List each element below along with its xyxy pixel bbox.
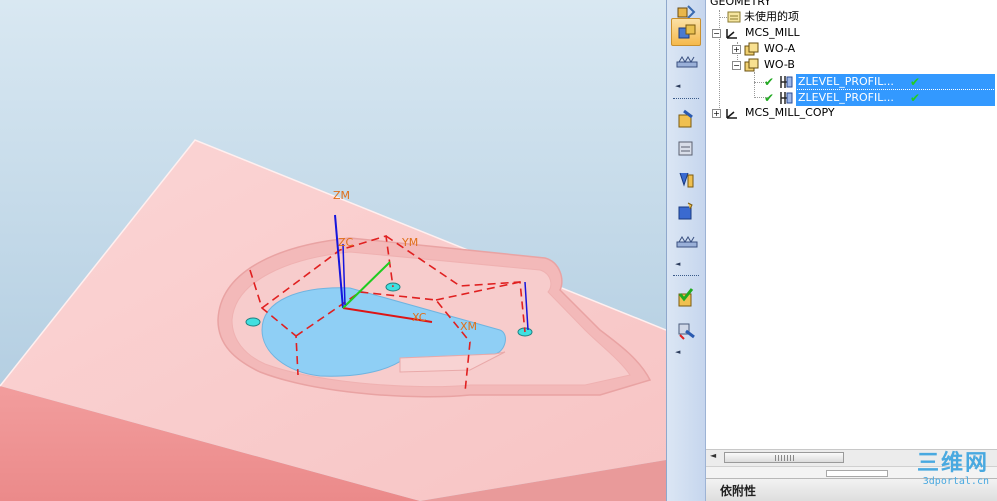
tree-expander[interactable]: − (732, 61, 741, 70)
label-ym: YM (401, 236, 418, 249)
tree-expander[interactable]: + (732, 45, 741, 54)
tree-item-label: MCS_MILL (745, 26, 800, 39)
toolbar-separator (673, 98, 699, 102)
tree-hline (719, 17, 727, 18)
folder-unused-icon (727, 11, 741, 23)
watermark-main: 三维网 (916, 451, 989, 476)
geometry-view-button[interactable] (671, 18, 701, 46)
tree-item-label: ZLEVEL_PROFIL... (798, 91, 894, 104)
verify-toolpath-icon (678, 323, 695, 340)
tree-trunk-line (719, 10, 720, 114)
generate-toolpath-icon (678, 288, 694, 307)
create-operation-icon (676, 236, 698, 248)
create-tool-icon (678, 141, 693, 156)
tree-item-zlevel-profile-1[interactable]: ✔ ZLEVEL_PROFIL... ✔ (764, 74, 997, 90)
resource-toolbar: ◄ ◄ ◄ (666, 0, 706, 501)
create-geometry-icon (679, 172, 694, 188)
label-xc: XC (412, 311, 427, 324)
scrollbar-thumb[interactable] (724, 452, 844, 463)
toolbar-button-3[interactable] (671, 48, 701, 76)
verify-toolpath-button[interactable] (671, 315, 701, 343)
splitter-handle[interactable] (826, 470, 888, 477)
status-check-icon: ✔ (764, 75, 775, 89)
create-program-button[interactable] (671, 105, 701, 133)
toolbar-arrow-left-icon[interactable]: ◄ (675, 82, 680, 90)
hole-left (245, 317, 261, 327)
tree-expander[interactable]: − (712, 29, 721, 38)
label-zc: ZC (338, 236, 354, 249)
site-watermark: 三维网 3dportal.cn (917, 452, 989, 488)
geometry-view-icon (678, 24, 696, 39)
create-geometry-button[interactable] (671, 165, 701, 193)
graphics-viewport[interactable]: ZM ZC YM XC XM (0, 0, 666, 501)
create-program-icon (678, 109, 693, 128)
tree-branch-line-2 (754, 72, 755, 98)
label-xm: XM (460, 320, 477, 333)
mcs-icon (726, 29, 737, 39)
tree-item-label: WO-B (764, 58, 795, 71)
tree-item-label: ZLEVEL_PROFIL... (798, 75, 894, 88)
workpiece-icon (744, 42, 759, 56)
generate-toolpath-button[interactable] (671, 282, 701, 310)
dependencies-panel-title: 依附性 (720, 484, 757, 498)
workpiece-icon (744, 58, 759, 72)
mcs-icon (726, 109, 737, 119)
operation-navigator: GEOMETRY 未使用的项 − MCS_MILL + WO-A − WO-B … (706, 0, 997, 501)
tree-item-label: WO-A (764, 42, 796, 55)
create-method-button[interactable] (671, 197, 701, 225)
tree-expander[interactable]: + (712, 109, 721, 118)
watermark-sub: 3dportal.cn (922, 476, 989, 487)
tree-item-zlevel-profile-2[interactable]: ✔ ZLEVEL_PROFIL... ✔ (764, 89, 997, 107)
tree-item-unused-label: 未使用的项 (744, 10, 799, 23)
status-check-icon: ✔ (910, 91, 921, 105)
create-method-icon (678, 202, 693, 220)
scrollbar-grip-icon (775, 455, 795, 461)
zlevel-operation-icon (780, 92, 793, 104)
status-check-icon: ✔ (764, 91, 775, 105)
label-zm: ZM (333, 189, 350, 202)
toolbar-separator-2 (673, 275, 699, 279)
toolbar-arrow-left-icon-2[interactable]: ◄ (675, 260, 680, 268)
create-operation-button[interactable] (671, 228, 701, 256)
tree-item-label: MCS_MILL_COPY (745, 106, 835, 119)
machine-tool-icon (676, 56, 698, 68)
create-tool-button[interactable] (671, 135, 701, 163)
toolbar-arrow-left-icon-3[interactable]: ◄ (675, 348, 680, 356)
scroll-left-arrow-icon[interactable]: ◄ (710, 451, 716, 460)
zlevel-operation-icon (780, 76, 793, 88)
status-check-icon: ✔ (910, 75, 921, 89)
